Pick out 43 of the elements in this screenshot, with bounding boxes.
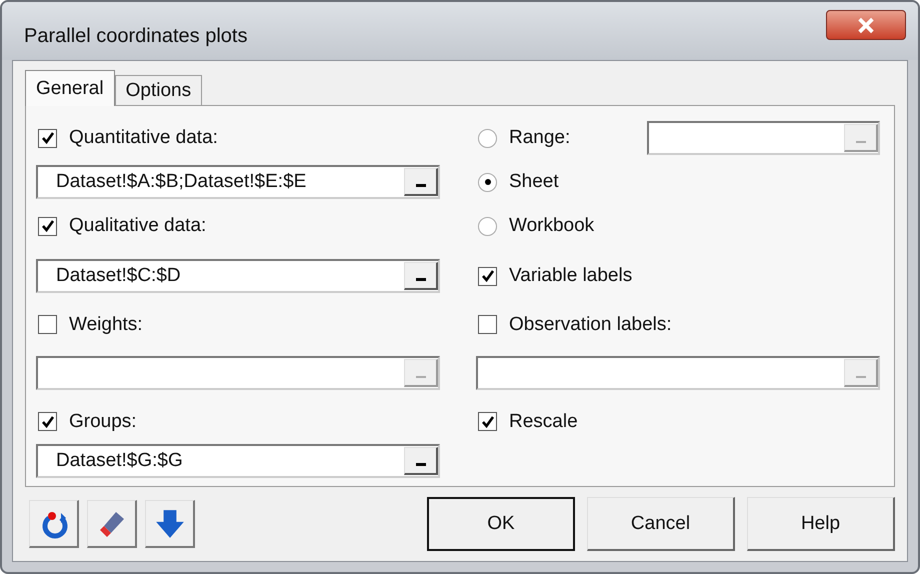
input-field[interactable]: Dataset!$C:$D [36,259,440,293]
checkbox-label: Weights: [69,314,143,336]
input-field[interactable] [476,356,880,390]
tab[interactable]: Options [114,75,202,105]
checkbox[interactable] [478,266,497,286]
down-arrow-icon [154,508,186,540]
checkbox[interactable] [38,128,57,148]
checkbox-label: Variable labels [509,265,632,287]
checkbox[interactable] [38,412,57,431]
input-field[interactable]: Dataset!$A:$B;Dataset!$E:$E [36,165,440,199]
checkbox[interactable] [38,216,57,236]
dialog-button[interactable]: OK [427,497,575,551]
dialog-button[interactable]: Cancel [587,497,735,551]
input-field[interactable] [36,356,440,390]
clear-button[interactable] [87,500,137,548]
field-value: Dataset!$G:$G [56,450,183,472]
checkbox-label: Groups: [69,410,137,432]
field-value: Dataset!$C:$D [56,265,181,287]
window-title: Parallel coordinates plots [24,24,248,48]
checkbox-label: Rescale [509,410,578,432]
dialog-button[interactable]: Help [747,497,895,551]
checkbox-label: Quantitative data: [69,127,218,149]
input-field[interactable] [647,121,880,155]
radio-label: Sheet [509,171,560,193]
checkbox[interactable] [38,315,57,334]
checkbox[interactable] [478,315,497,334]
checkbox[interactable] [478,412,497,431]
close-button[interactable] [826,10,906,40]
field-value: Dataset!$A:$B;Dataset!$E:$E [56,171,306,193]
tab[interactable]: General [25,70,115,106]
radio-button[interactable] [478,128,497,148]
radio-label: Workbook [509,215,596,237]
input-field[interactable]: Dataset!$G:$G [36,444,440,478]
checkbox-label: Qualitative data: [69,215,206,237]
radio-button[interactable] [478,216,497,236]
browse-button[interactable] [404,168,438,196]
checkbox-label: Observation labels: [509,314,672,336]
radio-label: Range: [509,127,572,149]
down-button[interactable] [145,500,195,548]
radio-button[interactable] [478,172,497,192]
browse-button[interactable] [404,262,438,290]
reset-button[interactable] [29,500,79,548]
browse-button[interactable] [404,447,438,475]
